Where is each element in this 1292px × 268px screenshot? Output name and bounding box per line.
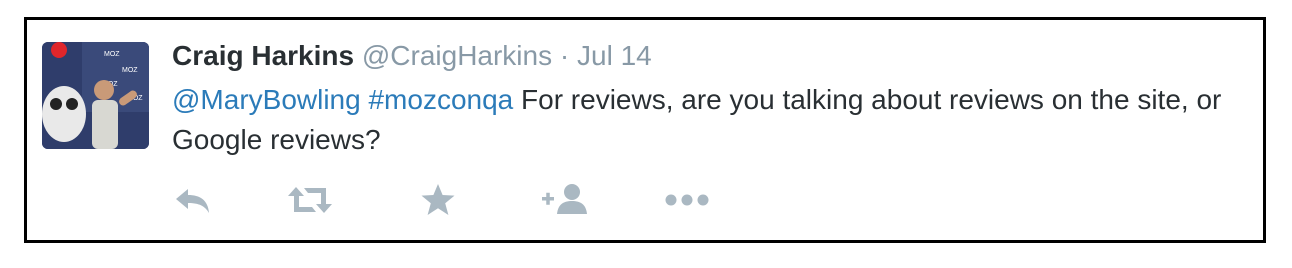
author-name[interactable]: Craig Harkins (172, 40, 354, 71)
favorite-star-icon (421, 184, 455, 215)
tweet-text: @MaryBowling #mozconqa For reviews, are … (172, 80, 1247, 160)
reply-icon (176, 189, 209, 213)
follow-user-plus-icon (542, 184, 587, 214)
svg-text:MOZ: MOZ (104, 51, 120, 58)
retweet-button[interactable] (286, 180, 334, 220)
more-button[interactable] (664, 180, 710, 220)
avatar[interactable]: MOZ MOZ MOZ MOZ (42, 42, 149, 149)
avatar-photo: MOZ MOZ MOZ MOZ (42, 42, 149, 149)
tweet-content: Craig Harkins @CraigHarkins · Jul 14 @Ma… (172, 38, 1243, 160)
more-dots-icon (665, 194, 709, 206)
hashtag-link[interactable]: #mozconqa (368, 84, 513, 115)
tweet-card: MOZ MOZ MOZ MOZ Craig Harkins @CraigHark… (24, 17, 1266, 243)
follow-button[interactable] (542, 180, 590, 220)
header-separator: · (559, 40, 570, 71)
reply-button[interactable] (172, 180, 212, 220)
retweet-icon (288, 187, 332, 213)
screen-name[interactable]: @CraigHarkins (362, 40, 552, 71)
svg-text:MOZ: MOZ (122, 67, 138, 74)
favorite-button[interactable] (420, 180, 456, 220)
timestamp[interactable]: Jul 14 (577, 40, 652, 71)
tweet-header: Craig Harkins @CraigHarkins · Jul 14 (172, 38, 1243, 74)
mention-link[interactable]: @MaryBowling (172, 84, 361, 115)
